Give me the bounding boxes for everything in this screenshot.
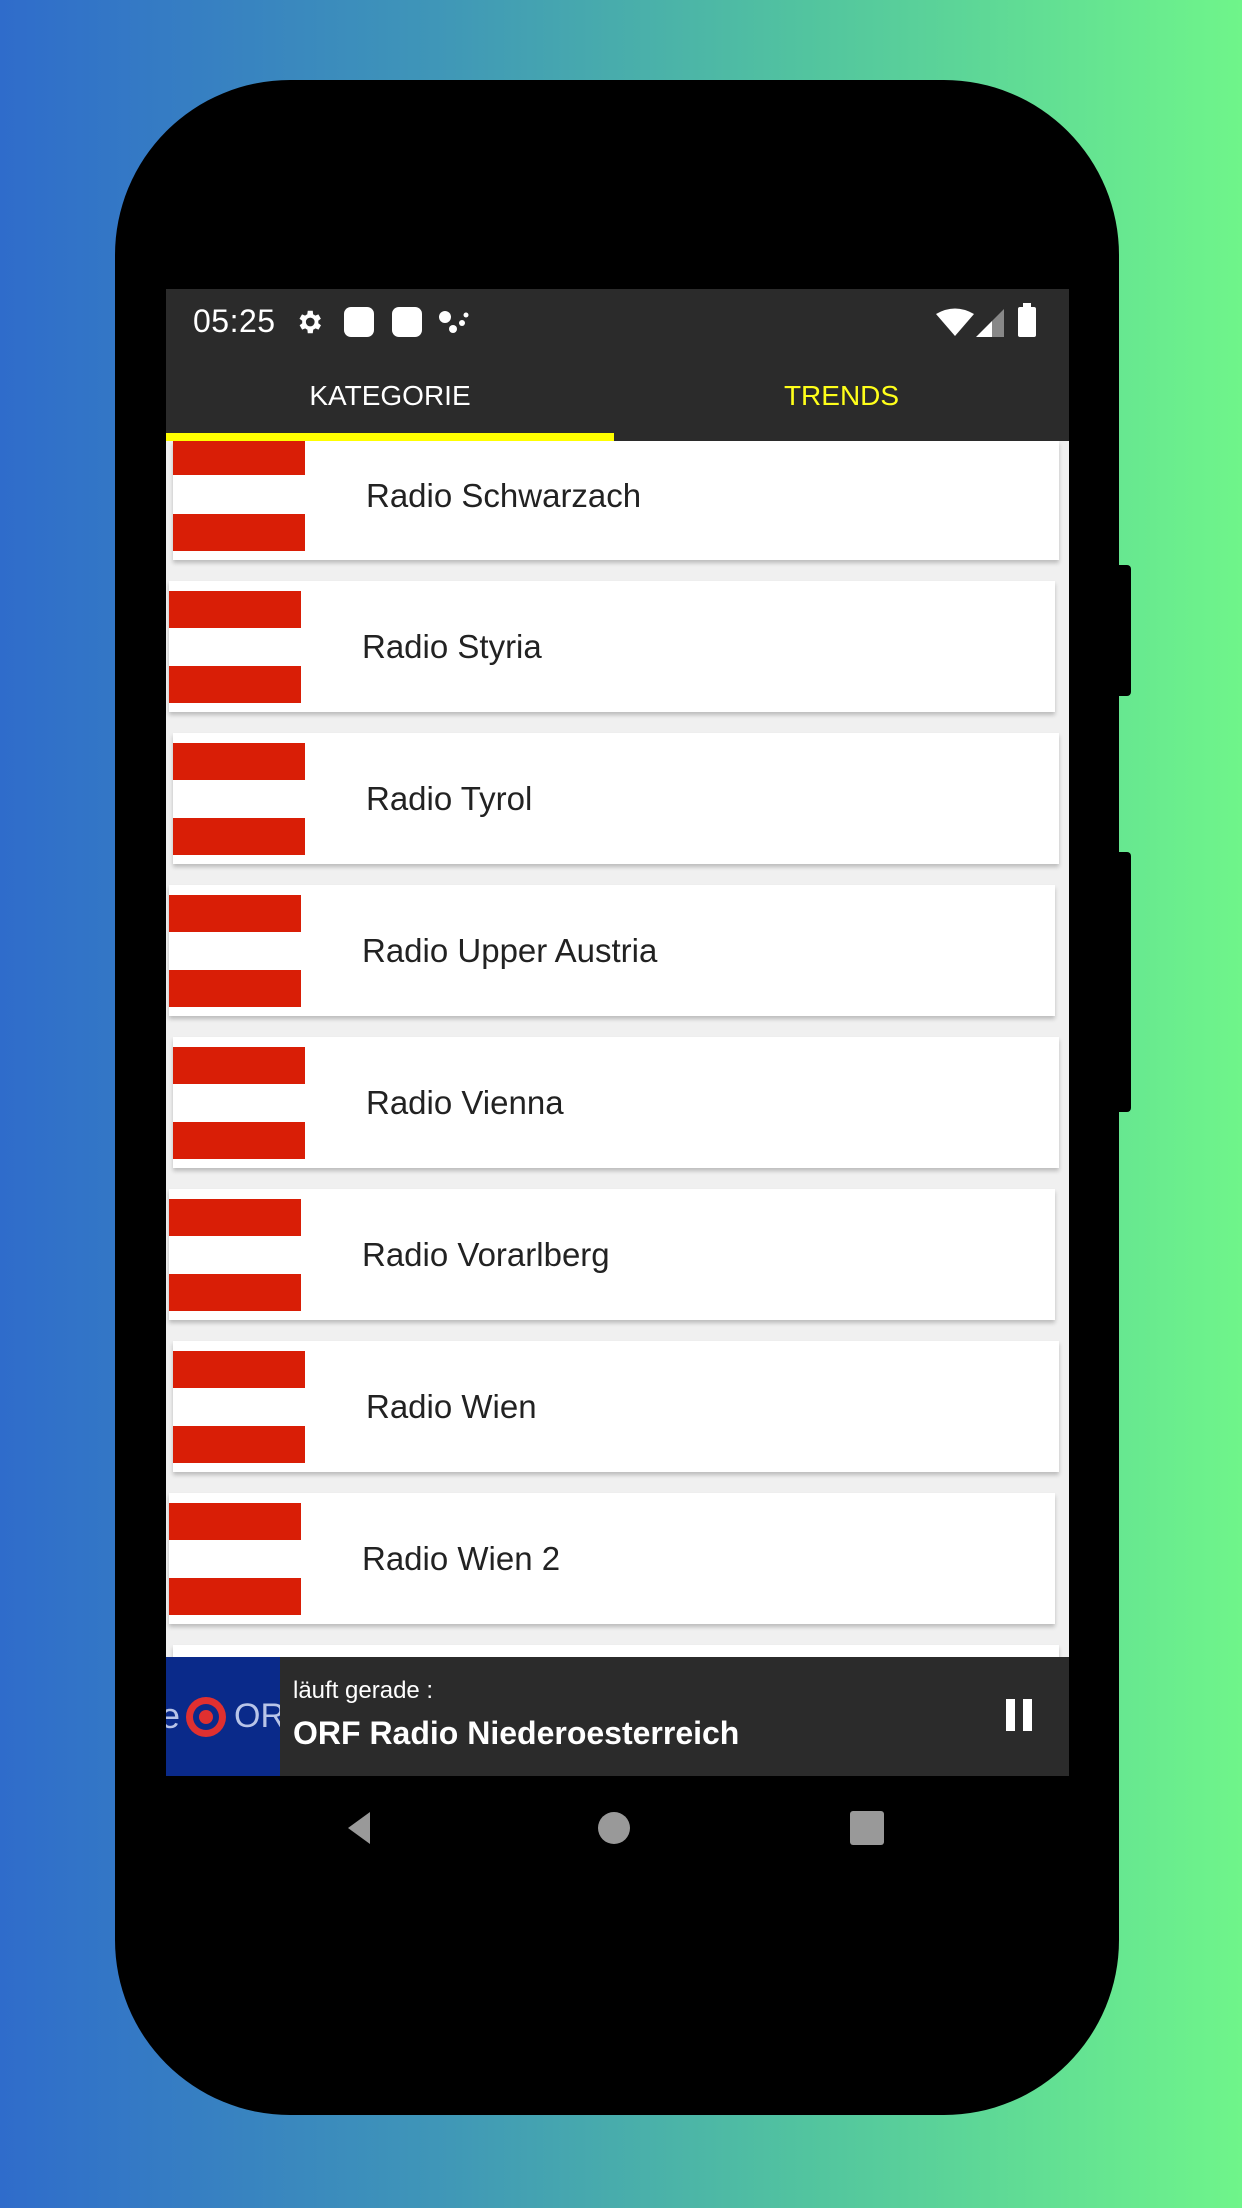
station-list-item-partial[interactable] — [173, 1645, 1059, 1657]
station-name: Radio Tyrol — [366, 779, 533, 817]
now-playing-label: läuft gerade : — [293, 1677, 434, 1704]
station-list-item[interactable]: Radio Upper Austria — [169, 885, 1055, 1016]
active-tab-indicator — [166, 433, 614, 441]
station-name: Radio Schwarzach — [366, 477, 642, 514]
station-logo: e ORF — [166, 1657, 280, 1776]
station-name: Radio Vorarlberg — [362, 1235, 610, 1273]
device-screen: 05:25 KATEGORIE TRENDS Radio Schwarzach — [166, 289, 1069, 1881]
power-button — [1119, 852, 1131, 1112]
station-list-item[interactable]: Radio Styria — [169, 581, 1055, 712]
tab-kategorie[interactable]: KATEGORIE — [166, 351, 614, 441]
austria-flag-icon — [173, 1351, 305, 1463]
tab-trends[interactable]: TRENDS — [614, 351, 1069, 441]
tab-bar: KATEGORIE TRENDS — [166, 351, 1069, 441]
station-list[interactable]: Radio Schwarzach Radio Styria Radio Tyro… — [166, 441, 1069, 1657]
cellular-signal-icon — [976, 309, 1004, 337]
austria-flag-icon — [173, 1047, 305, 1159]
back-icon[interactable] — [340, 1808, 380, 1848]
station-list-item[interactable]: Radio Tyrol — [173, 733, 1059, 864]
status-bar: 05:25 — [166, 289, 1069, 351]
home-icon[interactable] — [594, 1808, 634, 1848]
status-time: 05:25 — [193, 303, 276, 339]
battery-icon — [1018, 303, 1036, 337]
logo-prefix-text: e — [166, 1695, 181, 1736]
now-playing-title: ORF Radio Niederoesterreich — [293, 1715, 740, 1751]
austria-flag-icon — [169, 1503, 301, 1615]
station-name: Radio Wien 2 — [362, 1539, 561, 1577]
settings-gear-icon — [299, 310, 321, 334]
station-list-item[interactable]: Radio Vorarlberg — [169, 1189, 1055, 1320]
station-list-item[interactable]: Radio Wien — [173, 1341, 1059, 1472]
assistant-dots-icon — [439, 311, 469, 333]
austria-flag-icon — [173, 743, 305, 855]
station-name: Radio Upper Austria — [362, 931, 658, 969]
notification-app-icon — [344, 307, 374, 337]
logo-text: ORF — [234, 1697, 280, 1735]
wifi-icon — [936, 308, 974, 336]
station-name: Radio Vienna — [366, 1083, 564, 1121]
pause-icon[interactable] — [1001, 1697, 1037, 1733]
now-playing-bar[interactable]: e ORF läuft gerade : ORF Radio Niederoes… — [166, 1657, 1069, 1776]
austria-flag-icon — [169, 591, 301, 703]
volume-button — [1119, 565, 1131, 696]
austria-flag-icon — [169, 1199, 301, 1311]
system-nav-bar — [166, 1776, 1069, 1881]
station-name: Radio Styria — [362, 627, 542, 665]
station-list-item[interactable]: Radio Vienna — [173, 1037, 1059, 1168]
orf-eye-icon — [186, 1697, 226, 1737]
recents-icon[interactable] — [847, 1808, 887, 1848]
austria-flag-icon — [173, 441, 305, 551]
station-list-item[interactable]: Radio Schwarzach — [173, 441, 1059, 560]
station-name: Radio Wien — [366, 1387, 537, 1425]
austria-flag-icon — [169, 895, 301, 1007]
station-list-item[interactable]: Radio Wien 2 — [169, 1493, 1055, 1624]
notification-app-icon — [392, 307, 422, 337]
